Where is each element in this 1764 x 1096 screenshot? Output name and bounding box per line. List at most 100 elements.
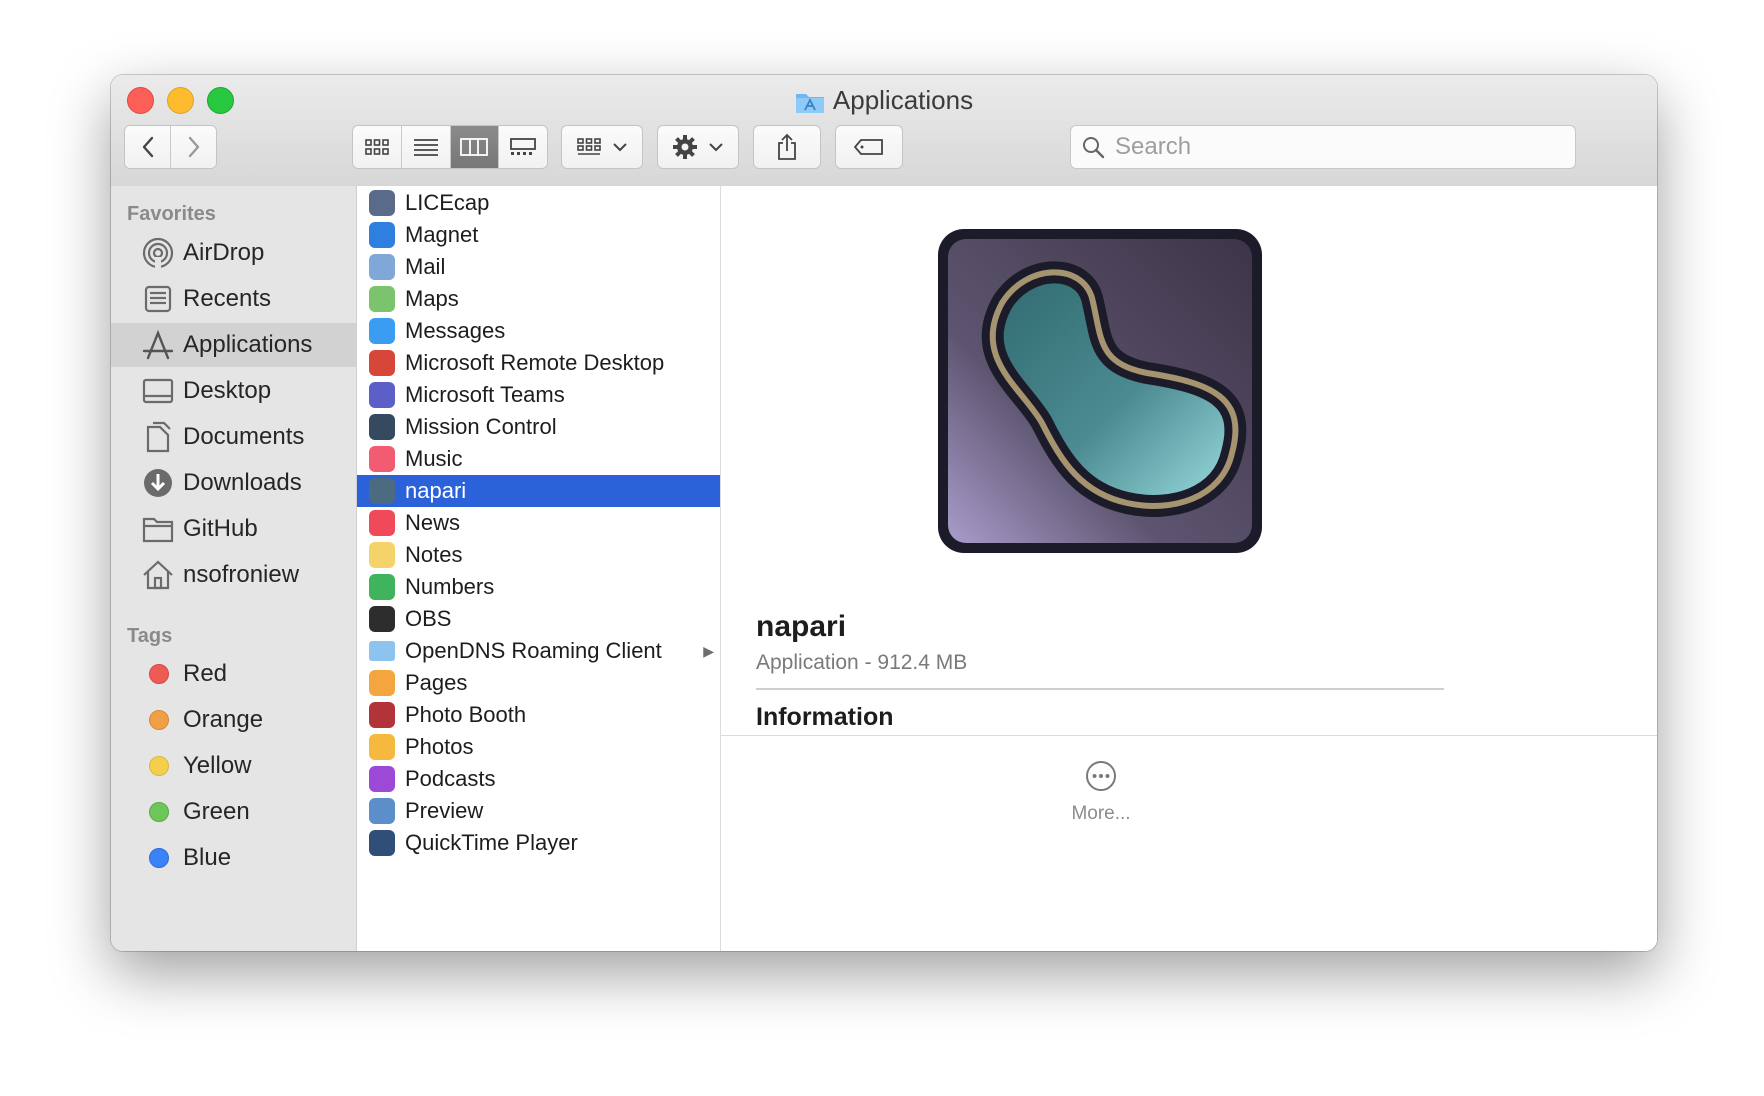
pages-app-icon xyxy=(369,670,395,696)
applications-icon xyxy=(141,328,175,362)
file-item-label: Pages xyxy=(405,670,468,695)
window-title-text: Applications xyxy=(832,85,974,115)
preview-divider xyxy=(756,688,1444,690)
file-item-label: Notes xyxy=(405,542,463,567)
sidebar-tag-blue[interactable]: Blue xyxy=(111,836,356,880)
file-item-mail[interactable]: Mail xyxy=(357,251,720,283)
microsoft-remote-desktop-app-icon xyxy=(369,350,395,376)
file-item-label: napari xyxy=(405,478,467,503)
file-item-label: News xyxy=(405,510,461,535)
downloads-icon xyxy=(141,466,175,500)
search-input[interactable] xyxy=(1113,132,1557,162)
sidebar-item-documents[interactable]: Documents xyxy=(111,415,356,459)
gallery-view-button[interactable] xyxy=(499,126,547,168)
file-item-music[interactable]: Music xyxy=(357,443,720,475)
sidebar-tag-orange[interactable]: Orange xyxy=(111,698,356,742)
group-by-button[interactable] xyxy=(561,125,643,169)
numbers-app-icon xyxy=(369,574,395,600)
gallery-view-icon xyxy=(510,138,537,155)
file-item-napari[interactable]: napari xyxy=(357,475,720,507)
column-view-icon xyxy=(460,138,489,156)
notes-app-icon xyxy=(369,542,395,568)
more-label: More... xyxy=(1071,803,1131,824)
sidebar-item-github[interactable]: GitHub xyxy=(111,507,356,551)
file-item-label: Mail xyxy=(405,254,446,279)
sidebar-tag-red[interactable]: Red xyxy=(111,652,356,696)
action-menu-button[interactable] xyxy=(657,125,739,169)
messages-app-icon xyxy=(369,318,395,344)
file-item-label: Messages xyxy=(405,318,506,343)
mail-app-icon xyxy=(369,254,395,280)
chevron-left-icon xyxy=(142,136,153,158)
file-item-microsoft-remote-desktop[interactable]: Microsoft Remote Desktop xyxy=(357,347,720,379)
file-item-maps[interactable]: Maps xyxy=(357,283,720,315)
chevron-down-icon xyxy=(613,143,627,152)
napari-app-icon xyxy=(932,223,1268,559)
sidebar-item-airdrop[interactable]: AirDrop xyxy=(111,231,356,275)
sidebar-tag-yellow[interactable]: Yellow xyxy=(111,744,356,788)
preview-app-meta: Application - 912.4 MB xyxy=(756,651,968,674)
more-icon xyxy=(1086,761,1116,791)
file-item-photos[interactable]: Photos xyxy=(357,731,720,763)
sidebar-item-downloads[interactable]: Downloads xyxy=(111,461,356,505)
navigation-buttons xyxy=(124,125,217,169)
chevron-right-icon xyxy=(188,136,199,158)
search-field[interactable] xyxy=(1070,125,1576,169)
sidebar-item-home[interactable]: nsofroniew xyxy=(111,553,356,597)
file-item-label: LICEcap xyxy=(405,190,490,215)
file-item-news[interactable]: News xyxy=(357,507,720,539)
file-item-numbers[interactable]: Numbers xyxy=(357,571,720,603)
edit-tags-button[interactable] xyxy=(835,125,903,169)
icon-view-icon xyxy=(365,139,389,155)
file-item-quicktime-player[interactable]: QuickTime Player xyxy=(357,827,720,859)
view-mode-control xyxy=(352,125,548,169)
home-icon xyxy=(141,558,175,592)
file-item-photo-booth[interactable]: Photo Booth xyxy=(357,699,720,731)
file-item-label: OBS xyxy=(405,606,452,631)
file-item-label: Magnet xyxy=(405,222,479,247)
file-item-label: Music xyxy=(405,446,463,471)
search-icon xyxy=(1083,137,1105,159)
orange-tag-icon xyxy=(149,710,169,730)
podcasts-app-icon xyxy=(369,766,395,792)
file-item-notes[interactable]: Notes xyxy=(357,539,720,571)
gear-icon xyxy=(673,135,697,159)
file-item-label: Microsoft Teams xyxy=(405,382,565,407)
file-item-label: OpenDNS Roaming Client xyxy=(405,638,662,663)
file-item-label: Podcasts xyxy=(405,766,496,791)
list-view-button[interactable] xyxy=(401,126,451,168)
file-item-mission-control[interactable]: Mission Control xyxy=(357,411,720,443)
favorites-heading: Favorites xyxy=(127,203,216,225)
sidebar-item-desktop[interactable]: Desktop xyxy=(111,369,356,413)
forward-button[interactable] xyxy=(171,126,216,168)
sidebar-item-applications[interactable]: Applications xyxy=(111,323,356,367)
file-item-preview[interactable]: Preview xyxy=(357,795,720,827)
file-item-label: Microsoft Remote Desktop xyxy=(405,350,665,375)
finder-window: Applications Search Favorites AirDrop Re… xyxy=(111,75,1657,951)
file-item-opendns-roaming-client[interactable]: OpenDNS Roaming Client ▶ xyxy=(357,635,720,667)
file-item-label: Preview xyxy=(405,798,484,823)
more-button[interactable]: More... xyxy=(1051,760,1151,825)
file-item-obs[interactable]: OBS xyxy=(357,603,720,635)
title-bar: Applications xyxy=(111,75,1657,187)
news-app-icon xyxy=(369,510,395,536)
group-icon xyxy=(577,138,601,155)
chevron-down-icon xyxy=(709,143,723,152)
file-item-messages[interactable]: Messages xyxy=(357,315,720,347)
file-item-pages[interactable]: Pages xyxy=(357,667,720,699)
photos-app-icon xyxy=(369,734,395,760)
photo-booth-app-icon xyxy=(369,702,395,728)
file-item-microsoft-teams[interactable]: Microsoft Teams xyxy=(357,379,720,411)
sidebar-tag-green[interactable]: Green xyxy=(111,790,356,834)
column-view-button[interactable] xyxy=(450,126,500,168)
back-button[interactable] xyxy=(125,126,171,168)
file-item-podcasts[interactable]: Podcasts xyxy=(357,763,720,795)
sidebar-item-recents[interactable]: Recents xyxy=(111,277,356,321)
share-button[interactable] xyxy=(753,125,821,169)
microsoft-teams-app-icon xyxy=(369,382,395,408)
file-item-magnet[interactable]: Magnet xyxy=(357,219,720,251)
file-item-licecap[interactable]: LICEcap xyxy=(357,187,720,219)
airdrop-icon xyxy=(141,236,175,270)
icon-view-button[interactable] xyxy=(353,126,402,168)
list-view-icon xyxy=(413,139,438,156)
